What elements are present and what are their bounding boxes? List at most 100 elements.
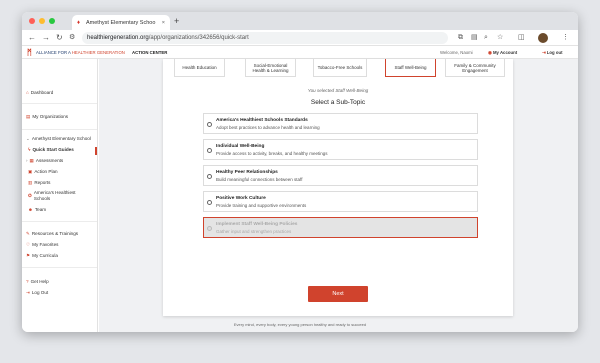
sidebar-item-organization[interactable]: ⌄ Amethyst Elementary School xyxy=(26,136,91,142)
sidebar-item-label: Reports xyxy=(34,180,51,185)
sidebar-item-label: My Favorites xyxy=(32,242,59,247)
radio-button[interactable] xyxy=(207,122,212,127)
topic-family-community[interactable]: Family & Community Engagement xyxy=(445,59,505,77)
topic-label: Health Education xyxy=(182,65,217,70)
sidebar-item-label: Team xyxy=(34,207,47,212)
window-minimize-button[interactable] xyxy=(39,18,45,24)
sidebar-item-label: Amethyst Elementary School xyxy=(31,136,91,141)
sidebar-item-dashboard[interactable]: ⌂ Dashboard xyxy=(26,90,53,95)
chevron-down-icon: ⌄ xyxy=(26,136,30,141)
sidebar-item-label: Get Help xyxy=(30,279,49,284)
new-tab-button[interactable]: + xyxy=(174,15,179,27)
subtopic-title: Positive Work Culture xyxy=(216,196,266,201)
browser-menu-icon[interactable]: ⋮ xyxy=(562,33,569,43)
sidebar-divider xyxy=(22,221,97,222)
assessment-icon: ▦ xyxy=(29,158,34,163)
sidebar-item-my-curricula[interactable]: ⚑ My Curricula xyxy=(26,253,58,259)
my-account-link[interactable]: ◉ My Account xyxy=(488,50,517,56)
sidebar-item-label: Log Out xyxy=(31,290,49,295)
reload-icon[interactable]: ↻ xyxy=(56,32,63,44)
sidebar: ⌂ Dashboard ▤ My Organizations ⌄ Amethyst E… xyxy=(22,59,98,332)
sidebar-item-resources[interactable]: ✎ Resources & Trainings xyxy=(26,231,78,237)
report-icon: ▥ xyxy=(28,180,33,185)
sidebar-divider xyxy=(22,267,97,268)
subtopic-description: Provide access to activity, breaks, and … xyxy=(216,151,328,156)
team-icon: ☻ xyxy=(28,207,33,212)
site-settings-icon[interactable]: ⚙ xyxy=(69,32,75,44)
subtopic-option[interactable]: Healthy Peer Relationships Build meaning… xyxy=(203,165,478,186)
browser-tab-active[interactable]: ♦ Amethyst Elementary Schoo × xyxy=(72,15,170,30)
install-app-icon[interactable]: ⧉ xyxy=(458,33,463,43)
zoom-icon[interactable]: ⌕ xyxy=(484,33,488,43)
browser-window: ♦ Amethyst Elementary Schoo × + ← → ↻ ⚙ … xyxy=(22,12,578,332)
topic-label: Tobacco-Free Schools xyxy=(317,65,363,70)
url-domain: healthiergeneration.org xyxy=(87,35,149,41)
subtopic-title: America's Healthiest Schools Standards xyxy=(216,118,308,123)
brand-name[interactable]: ALLIANCE FOR A HEALTHIER GENERATION xyxy=(36,50,125,55)
topic-label-line2: Health & Learning xyxy=(252,67,289,73)
footer-tagline: Every mind, every body, every young pers… xyxy=(233,322,367,327)
subtopic-option[interactable]: Positive Work Culture Provide training a… xyxy=(203,191,478,212)
subtopic-heading: Select a Sub-Topic xyxy=(310,99,366,106)
chevron-right-icon: › xyxy=(26,158,28,163)
radio-button[interactable] xyxy=(207,174,212,179)
topic-label: Family & Community Engagement xyxy=(454,63,496,73)
award-icon: ✪ xyxy=(28,193,32,198)
tab-close-icon[interactable]: × xyxy=(162,20,165,26)
subtopic-title: Healthy Peer Relationships xyxy=(216,170,278,175)
header-log-out-link[interactable]: ⇥ Log out xyxy=(542,50,563,56)
sidebar-item-log-out[interactable]: ⇥ Log Out xyxy=(26,290,48,296)
resources-icon: ✎ xyxy=(26,231,30,236)
header-log-out-label: Log out xyxy=(546,50,563,55)
sidebar-item-my-favorites[interactable]: ♡ My Favorites xyxy=(26,242,58,248)
subtopic-description: Adopt best practices to advance health a… xyxy=(216,125,320,130)
sidebar-item-reports[interactable]: ▥ Reports xyxy=(28,180,50,186)
welcome-text: Welcome, Naomi xyxy=(440,50,473,55)
subtopic-option[interactable]: Individual Well-Being Provide access to … xyxy=(203,139,478,160)
topic-health-education[interactable]: Health Education xyxy=(174,59,225,77)
forward-arrow-icon[interactable]: → xyxy=(42,32,50,44)
back-arrow-icon[interactable]: ← xyxy=(28,32,36,44)
profile-avatar[interactable] xyxy=(538,33,548,43)
window-maximize-button[interactable] xyxy=(49,18,55,24)
address-bar[interactable]: healthiergeneration.org/app/organization… xyxy=(82,32,448,44)
brand-logo-icon[interactable]: ᛗ xyxy=(27,48,32,57)
translate-icon[interactable]: ▤ xyxy=(471,33,478,43)
sidebar-divider xyxy=(22,103,97,104)
topic-social-emotional[interactable]: Social-Emotional Health & Learning xyxy=(245,59,296,77)
sidebar-item-action-plan[interactable]: ▣ Action Plan xyxy=(28,169,58,175)
radio-button xyxy=(207,226,212,231)
sidebar-item-assessments[interactable]: › ▦ Assessments xyxy=(26,158,63,164)
sidebar-item-label-line1: America's Healthiest xyxy=(33,190,76,195)
site-favicon-icon: ♦ xyxy=(77,19,81,26)
sidebar-item-label: Quick Start Guides xyxy=(32,147,74,152)
sidebar-item-label: Assessments xyxy=(35,158,64,163)
quick-start-card: Health Education Social-Emotional Health … xyxy=(163,59,513,316)
clipboard-icon: ▣ xyxy=(28,169,33,174)
topic-staff-well-being[interactable]: Staff Well-Being xyxy=(385,59,436,77)
topic-label: Social-Emotional Health & Learning xyxy=(252,63,288,73)
browser-toolbar: ← → ↻ ⚙ healthiergeneration.org/app/orga… xyxy=(22,30,578,46)
side-panel-icon[interactable]: ◫ xyxy=(518,33,525,43)
sidebar-item-quick-start-guides[interactable]: ϟ Quick Start Guides xyxy=(28,147,74,152)
sidebar-item-get-help[interactable]: ? Get Help xyxy=(26,279,49,284)
subtopic-option[interactable]: America's Healthiest Schools Standards A… xyxy=(203,113,478,134)
subtopic-option-disabled: Implement Staff Well-Being Policies Gath… xyxy=(203,217,478,238)
sidebar-item-label: Dashboard xyxy=(30,90,54,95)
radio-button[interactable] xyxy=(207,148,212,153)
selected-topic-text: You selected Staff Well-Being xyxy=(307,88,369,93)
url-path: /app/organizations/342656/quick-start xyxy=(148,35,249,41)
my-account-label: My Account xyxy=(492,50,518,55)
topic-tobacco-free[interactable]: Tobacco-Free Schools xyxy=(313,59,367,77)
sidebar-item-team[interactable]: ☻ Team xyxy=(28,207,46,212)
radio-button[interactable] xyxy=(207,200,212,205)
window-close-button[interactable] xyxy=(29,18,35,24)
tab-title: Amethyst Elementary Schoo xyxy=(86,19,156,26)
app-header: ᛗ ALLIANCE FOR A HEALTHIER GENERATION AC… xyxy=(22,46,578,59)
bolt-icon: ϟ xyxy=(28,147,31,152)
next-button[interactable]: Next xyxy=(308,286,368,302)
sidebar-item-my-organizations[interactable]: ▤ My Organizations xyxy=(26,114,68,120)
sidebar-item-americas-healthiest-schools[interactable]: ✪ America's Healthiest Schools xyxy=(28,190,76,201)
active-indicator xyxy=(95,147,97,155)
bookmark-star-icon[interactable]: ☆ xyxy=(497,33,503,43)
